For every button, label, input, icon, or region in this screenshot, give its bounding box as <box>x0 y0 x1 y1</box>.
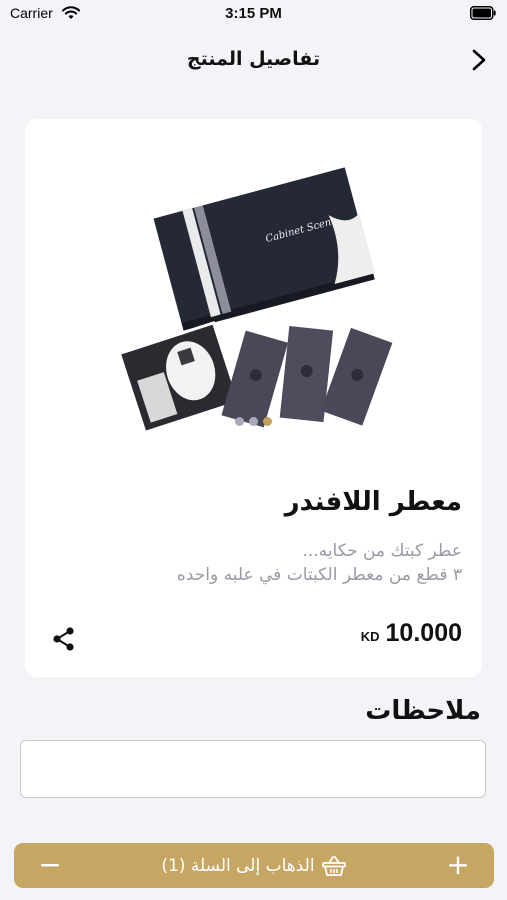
clock: 3:15 PM <box>225 5 282 22</box>
notes-input[interactable] <box>20 740 486 798</box>
product-description: عطر كبتك من حكايه... ٣ قطع من معطر الكبت… <box>42 539 462 587</box>
go-to-cart-label: الذهاب إلى السلة (1) <box>161 855 315 876</box>
product-image[interactable]: Cabinet Scent <box>100 153 400 438</box>
page-title: تفاصيل المنتج <box>186 48 321 70</box>
price: KD 10.000 <box>361 619 462 648</box>
status-bar: Carrier 3:15 PM <box>0 0 507 30</box>
image-pager <box>25 417 482 426</box>
description-line: عطر كبتك من حكايه... <box>302 541 462 561</box>
pager-dot[interactable] <box>235 417 244 426</box>
pager-dot-active[interactable] <box>263 417 272 426</box>
nav-bar: تفاصيل المنتج <box>0 36 507 84</box>
increase-quantity-button[interactable]: + <box>440 848 476 884</box>
battery-icon <box>470 6 496 20</box>
pager-dot[interactable] <box>249 417 258 426</box>
product-box: Cabinet Scent <box>153 167 376 331</box>
cart-bar: − الذهاب إلى السلة (1) + <box>14 843 494 888</box>
product-card: Cabinet Scent معطر اللافندر عطر كبتك من … <box>25 119 482 677</box>
product-title: معطر اللافندر <box>284 487 462 517</box>
notes-label: ملاحظات <box>365 696 481 726</box>
description-line: ٣ قطع من معطر الكبتات في علبه واحده <box>176 565 462 585</box>
chevron-right-icon[interactable] <box>469 46 489 74</box>
share-icon[interactable] <box>51 626 77 652</box>
basket-icon <box>321 855 346 876</box>
go-to-cart-button[interactable]: الذهاب إلى السلة (1) <box>14 843 494 888</box>
price-currency: KD <box>360 629 380 644</box>
price-value: 10.000 <box>385 619 462 647</box>
